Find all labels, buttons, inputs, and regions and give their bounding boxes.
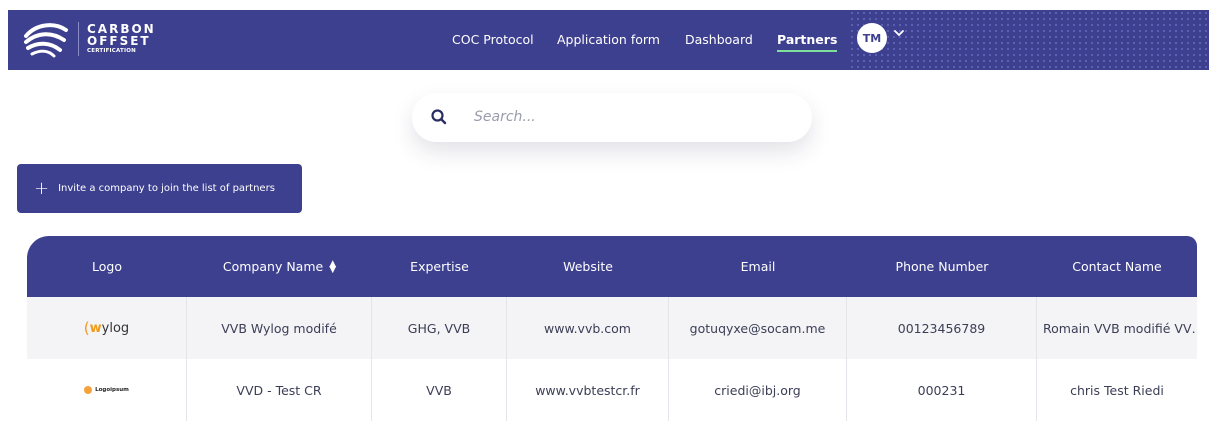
company-logo-cell: (w ylog xyxy=(27,297,187,359)
nav-application-form[interactable]: Application form xyxy=(557,32,660,47)
plus-icon: + xyxy=(34,178,50,199)
logoipsum-logo: Logoipsum xyxy=(84,386,129,394)
nav-dashboard[interactable]: Dashboard xyxy=(685,32,753,47)
sort-icon[interactable]: ▲ ▼ xyxy=(329,259,336,274)
user-avatar[interactable]: TM xyxy=(857,23,887,53)
contact-name-cell: chris Test Riedi xyxy=(1070,382,1164,398)
website-cell: www.vvb.com xyxy=(507,297,669,359)
column-header-logo: Logo xyxy=(92,259,122,274)
column-header-company-name[interactable]: Company Name ▲ ▼ xyxy=(187,236,372,297)
wylog-logo: (w ylog xyxy=(83,319,130,337)
table-row[interactable]: (w ylog VVB Wylog modifé GHG, VVB www.vvb… xyxy=(27,297,1197,359)
invite-company-label: Invite a company to join the list of par… xyxy=(58,183,275,194)
carbon-offset-logo-icon xyxy=(24,23,68,58)
company-name-cell: VVD - Test CR xyxy=(187,359,372,421)
brand-line-3: CERTIFICATION xyxy=(87,48,136,55)
company-name-cell: VVB Wylog modifé xyxy=(187,297,372,359)
phone-number-cell: 00123456789 xyxy=(847,297,1037,359)
table-row[interactable]: Logoipsum VVD - Test CR VVB www.vvbtestc… xyxy=(27,359,1197,421)
company-logo-cell: Logoipsum xyxy=(27,359,187,421)
column-header-company-name-label: Company Name xyxy=(222,259,324,274)
column-header-email: Email xyxy=(740,259,776,274)
phone-number-cell: 000231 xyxy=(847,359,1037,421)
column-header-website: Website xyxy=(563,259,613,274)
search-input[interactable] xyxy=(474,105,774,129)
expertise-cell: VVB xyxy=(372,359,507,421)
top-navigation-bar: CARBON OFFSET CERTIFICATION COC Protocol… xyxy=(8,10,1209,70)
brand-name: CARBON OFFSET CERTIFICATION xyxy=(87,23,156,55)
nav-coc-protocol[interactable]: COC Protocol xyxy=(452,32,534,47)
nav-partners[interactable]: Partners xyxy=(777,32,838,52)
email-cell: gotuqyxe@socam.me xyxy=(669,297,847,359)
logoipsum-icon xyxy=(84,386,93,394)
table-header: Logo Company Name ▲ ▼ Expertise Website E… xyxy=(27,236,1197,297)
partners-table: Logo Company Name ▲ ▼ Expertise Website E… xyxy=(27,236,1197,421)
logo-divider xyxy=(78,22,79,56)
contact-name-cell: Romain VVB modifié VV… xyxy=(1043,320,1197,336)
search-icon xyxy=(431,109,447,125)
column-header-expertise: Expertise xyxy=(410,259,469,274)
website-cell: www.vvbtestcr.fr xyxy=(507,359,669,421)
email-cell: criedi@ibj.org xyxy=(669,359,847,421)
search-bar xyxy=(412,93,812,142)
brand-logo[interactable]: CARBON OFFSET CERTIFICATION xyxy=(20,16,156,62)
invite-company-button[interactable]: + Invite a company to join the list of p… xyxy=(17,164,302,213)
column-header-contact-name: Contact Name xyxy=(1072,259,1162,274)
chevron-down-icon[interactable] xyxy=(892,26,906,40)
brand-line-2: OFFSET xyxy=(87,34,151,49)
expertise-cell: GHG, VVB xyxy=(372,297,507,359)
column-header-phone-number: Phone Number xyxy=(895,259,989,274)
world-map-pattern xyxy=(849,10,1209,70)
